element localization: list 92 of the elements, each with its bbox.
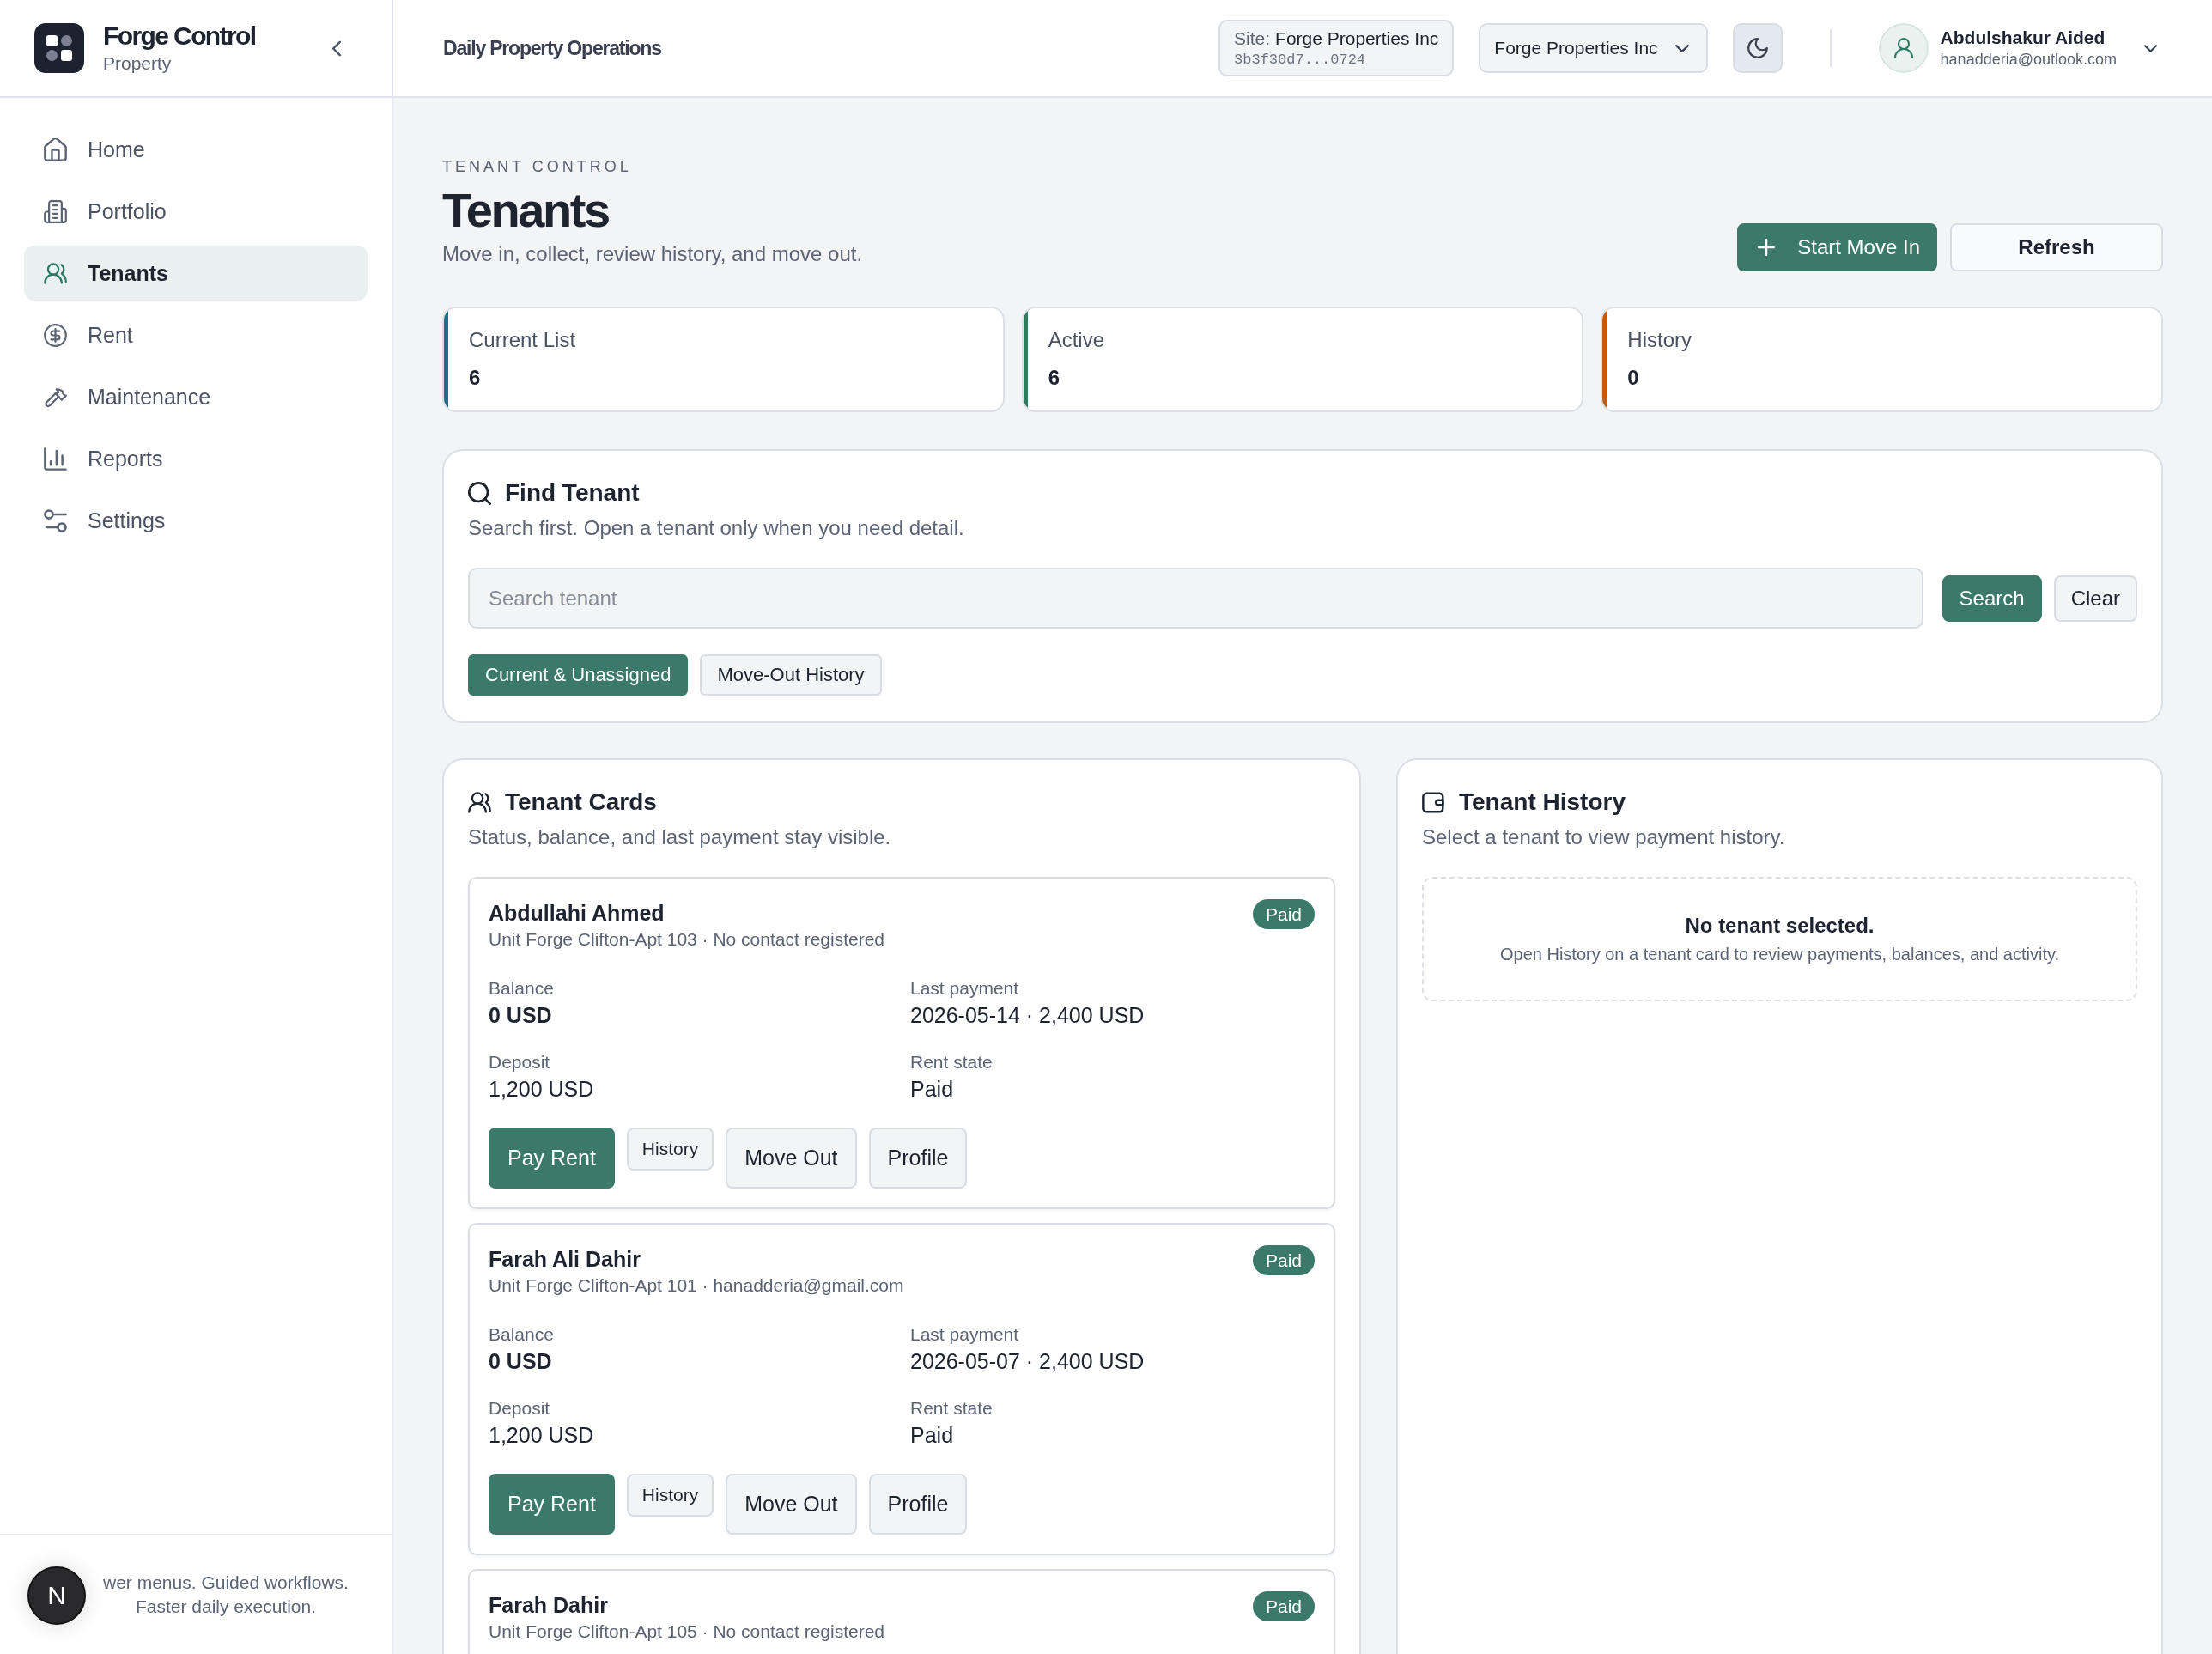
tenant-unit: Unit Forge Clifton-Apt 101 · hanadderia@gmail.com (489, 1274, 904, 1297)
filter-tab[interactable]: Move-Out History (700, 654, 882, 696)
bar-chart-icon (44, 447, 67, 471)
nav-item[interactable]: Settings (24, 493, 368, 548)
field-label: Deposit (489, 1051, 550, 1073)
panel-title: Tenant History (1459, 787, 1626, 817)
avatar-icon[interactable] (1878, 23, 1929, 73)
field-value: Paid (910, 1422, 954, 1449)
dev-tools-button[interactable]: N (27, 1566, 86, 1625)
settings-icon (44, 508, 67, 532)
panel-title: Find Tenant (505, 478, 640, 508)
moon-icon (1747, 38, 1768, 58)
clear-button[interactable]: Clear (2053, 575, 2137, 622)
tenant-unit: Unit Forge Clifton-Apt 105 · No contact registered (489, 1621, 885, 1643)
field-value: 2026-05-14 · 2,400 USD (910, 1002, 1145, 1029)
status-badge: Paid (1252, 899, 1315, 929)
nav-item[interactable]: Portfolio (24, 184, 368, 239)
section-eyebrow: TENANT CONTROL (442, 157, 632, 177)
page-subtitle: Move in, collect, review history, and move out. (442, 241, 863, 267)
field-value: 0 USD (489, 1002, 552, 1029)
empty-state-text: Open History on a tenant card to review payments, balances, and activity. (1499, 945, 2060, 964)
stat-label: Active (1048, 327, 1104, 353)
nav-item[interactable]: Rent (24, 307, 368, 362)
tenant-name: Farah Dahir (489, 1592, 608, 1619)
panel-title: Tenant Cards (505, 787, 657, 817)
sidebar-tagline: wer menus. Guided workflows. Faster daily execution. (103, 1572, 349, 1618)
status-badge: Paid (1252, 1591, 1315, 1621)
theme-toggle-button[interactable] (1732, 23, 1783, 73)
site-label: Site: (1234, 27, 1271, 50)
field-value: 1,200 USD (489, 1076, 594, 1103)
filter-tab[interactable]: Current & Unassigned (468, 654, 689, 696)
nav-item[interactable]: Home (24, 122, 368, 177)
nav-item[interactable]: Reports (24, 431, 368, 486)
tenant-name: Abdullahi Ahmed (489, 900, 665, 927)
field-label: Rent state (910, 1051, 993, 1073)
stat-label: Current List (469, 327, 576, 353)
search-icon (468, 481, 491, 505)
stat-value: 6 (1048, 365, 1060, 391)
status-badge: Paid (1252, 1245, 1315, 1275)
site-code: 3b3f30d7...0724 (1234, 51, 1367, 70)
user-email: hanadderia@outlook.com (1940, 50, 2117, 70)
empty-state-title: No tenant selected. (1685, 914, 1875, 938)
field-label: Deposit (489, 1397, 550, 1420)
chevron-down-icon[interactable] (2144, 44, 2157, 52)
chevron-left-icon[interactable] (332, 40, 342, 57)
site-name: Forge Properties Inc (1275, 27, 1439, 50)
logo-icon (34, 23, 84, 73)
field-label: Balance (489, 977, 554, 1000)
organization-dropdown[interactable]: Forge Properties Inc (1479, 23, 1708, 73)
primary-button[interactable]: Pay Rent (489, 1128, 615, 1189)
search-button[interactable]: Search (1942, 575, 2042, 622)
brand-title: Forge Control (103, 21, 256, 52)
wallet-icon (1422, 790, 1445, 814)
field-label: Last payment (910, 977, 1019, 1000)
field-value: Paid (910, 1076, 954, 1103)
people-icon (468, 790, 491, 814)
tenant-name: Farah Ali Dahir (489, 1246, 641, 1273)
tenant-unit: Unit Forge Clifton-Apt 103 · No contact registered (489, 928, 885, 951)
chevron-down-icon (1674, 44, 1689, 52)
refresh-button[interactable]: Refresh (1950, 223, 2163, 271)
user-name: Abdulshakur Aided (1940, 27, 2106, 49)
field-label: Balance (489, 1323, 554, 1346)
secondary-button[interactable]: History (626, 1474, 714, 1517)
stat-value: 6 (469, 365, 481, 391)
field-value: 0 USD (489, 1348, 552, 1375)
secondary-button[interactable]: Move Out (726, 1128, 857, 1189)
panel-subtitle: Select a tenant to view payment history. (1422, 824, 1786, 850)
field-label: Rent state (910, 1397, 993, 1420)
people-icon (44, 261, 67, 285)
primary-button[interactable]: Pay Rent (489, 1474, 615, 1535)
field-value: 2026-05-07 · 2,400 USD (910, 1348, 1145, 1375)
stat-value: 0 (1627, 365, 1639, 391)
nav-item[interactable]: Tenants (24, 246, 368, 301)
secondary-button[interactable]: Profile (868, 1474, 968, 1535)
page-heading: Daily Property Operations (443, 36, 661, 60)
plus-icon (1758, 239, 1776, 256)
secondary-button[interactable]: Move Out (726, 1474, 857, 1535)
dollar-circle-icon (44, 323, 67, 347)
secondary-button[interactable]: Profile (868, 1128, 968, 1189)
panel-subtitle: Status, balance, and last payment stay visible. (468, 824, 892, 850)
building-icon (44, 199, 67, 223)
home-icon (44, 137, 67, 161)
nav-item[interactable]: Maintenance (24, 369, 368, 424)
start-move-in-button[interactable]: Start Move In (1737, 223, 1937, 271)
search-field[interactable]: Search tenant (468, 568, 1923, 629)
stat-label: History (1627, 327, 1692, 353)
secondary-button[interactable]: History (626, 1128, 714, 1171)
panel-subtitle: Search first. Open a tenant only when you need detail. (468, 515, 965, 541)
field-value: 1,200 USD (489, 1422, 594, 1449)
page-title: Tenants (442, 184, 609, 237)
brand-subtitle: Property (103, 52, 172, 75)
field-label: Last payment (910, 1323, 1019, 1346)
